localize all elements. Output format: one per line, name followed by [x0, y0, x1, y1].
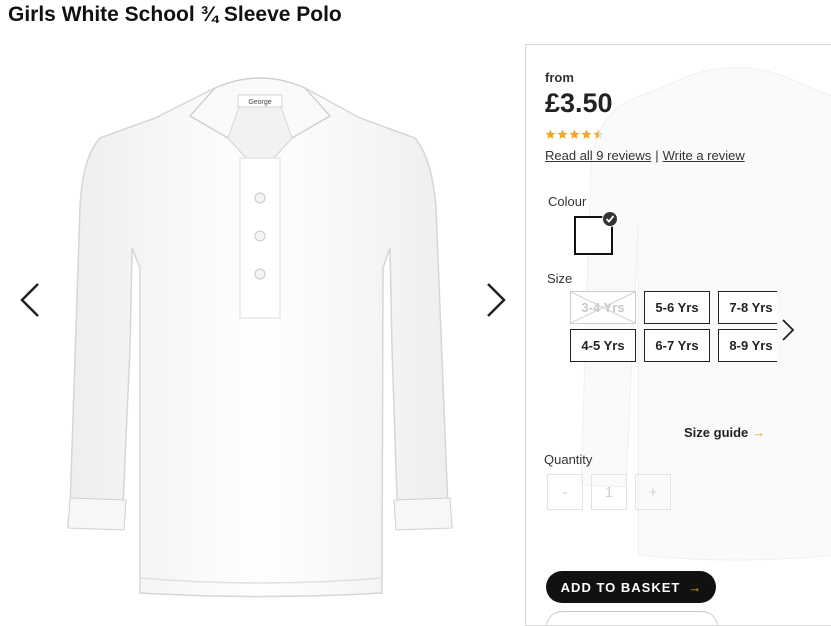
quantity-stepper: - 1 + [547, 474, 671, 510]
size-option-unavailable[interactable]: 3-4 Yrs [570, 291, 636, 324]
colour-label: Colour [548, 194, 587, 209]
size-option[interactable]: 4-5 Yrs [570, 329, 636, 362]
read-reviews-link[interactable]: Read all 9 reviews [545, 148, 651, 163]
sizes-next-icon[interactable] [779, 317, 797, 343]
star-icon [557, 129, 568, 139]
quantity-input[interactable]: 1 [591, 474, 627, 510]
prev-image-button[interactable] [14, 278, 48, 322]
quantity-label: Quantity [544, 452, 593, 467]
brand-label: George [248, 99, 271, 106]
star-icon [569, 129, 580, 139]
quantity-decrease-button[interactable]: - [547, 474, 583, 510]
half-star-icon [593, 129, 604, 139]
size-options: 3-4 Yrs 4-5 Yrs 5-6 Yrs 6-7 Yrs 7-8 Yrs … [570, 291, 777, 367]
size-option[interactable]: 7-8 Yrs [718, 291, 777, 324]
size-option[interactable]: 8-9 Yrs [718, 329, 777, 362]
product-image: George [67, 77, 453, 598]
secondary-button[interactable] [546, 611, 718, 625]
next-image-button[interactable] [478, 278, 512, 322]
price-from-label: from [545, 70, 574, 85]
product-title: Girls White School ¾ Sleeve Polo [8, 3, 342, 26]
size-option-label: 4-5 Yrs [581, 338, 625, 353]
add-to-basket-button[interactable]: ADD TO BASKET → [546, 571, 716, 603]
size-label: Size [547, 271, 573, 286]
chevron-right-icon [487, 283, 506, 317]
unavailable-cross-icon [571, 292, 635, 323]
star-icon [581, 129, 592, 139]
arrow-right-icon: → [688, 579, 702, 595]
image-gallery: George [0, 40, 520, 615]
size-option[interactable]: 6-7 Yrs [644, 329, 710, 362]
product-options-panel: from £3.50 Read all 9 reviews | Write a re… [525, 44, 831, 626]
colour-swatch-white[interactable] [574, 211, 618, 255]
size-option-label: 8-9 Yrs [729, 338, 773, 353]
reviews-links: Read all 9 reviews | Write a review [545, 148, 745, 163]
price: £3.50 [545, 88, 613, 118]
size-option[interactable]: 5-6 Yrs [644, 291, 710, 324]
link-separator: | [655, 148, 659, 163]
add-to-basket-label: ADD TO BASKET [560, 579, 681, 595]
size-option-label: 6-7 Yrs [655, 338, 699, 353]
write-review-link[interactable]: Write a review [663, 148, 745, 163]
quantity-increase-button[interactable]: + [635, 474, 671, 510]
size-option-label: 5-6 Yrs [655, 300, 699, 315]
size-guide-link[interactable]: Size guide → [684, 425, 765, 440]
check-icon [602, 211, 618, 227]
arrow-right-icon: → [752, 425, 766, 440]
size-option-label: 7-8 Yrs [729, 300, 773, 315]
size-guide-label: Size guide [684, 425, 749, 440]
star-icon [545, 129, 556, 139]
rating-stars [545, 129, 604, 140]
chevron-left-icon [20, 283, 39, 317]
